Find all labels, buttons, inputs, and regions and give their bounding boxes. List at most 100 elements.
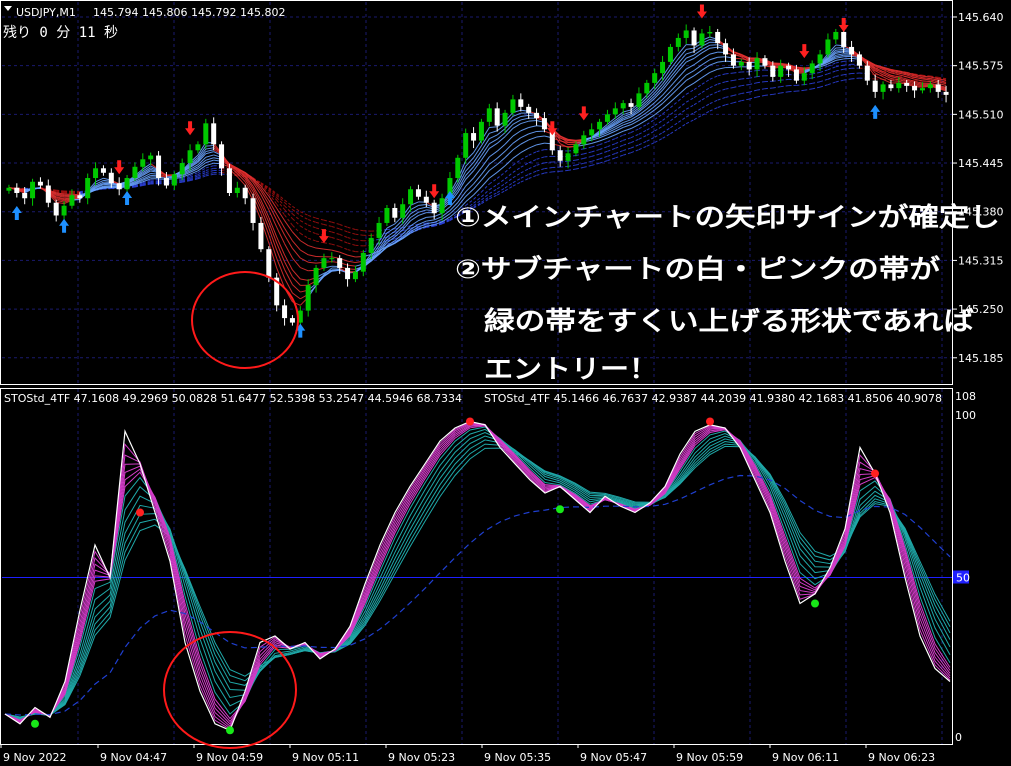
ribbon-line bbox=[819, 69, 829, 73]
ribbon-line bbox=[339, 223, 348, 228]
ribbon-line bbox=[560, 169, 569, 172]
signal-dot-red bbox=[871, 469, 879, 478]
candle-bull bbox=[132, 166, 138, 179]
candle-bull bbox=[455, 157, 461, 179]
ribbon-line bbox=[205, 154, 214, 158]
ribbon-line bbox=[662, 127, 671, 134]
ribbon-line bbox=[670, 94, 679, 103]
ribbon-line bbox=[331, 231, 340, 235]
ribbon-line bbox=[308, 254, 317, 258]
candle-bull bbox=[408, 189, 414, 205]
ribbon-line bbox=[693, 92, 703, 99]
trading-chart[interactable]: 145.640145.575145.510145.445145.380145.3… bbox=[0, 0, 1011, 766]
ribbon-line bbox=[725, 79, 734, 83]
ribbon-line bbox=[536, 168, 545, 172]
ribbon-line bbox=[528, 136, 537, 141]
ribbon-line bbox=[347, 264, 356, 267]
ribbon-line bbox=[276, 226, 286, 244]
ribbon-line bbox=[512, 130, 522, 137]
price-axis: 145.640145.575145.510145.445145.380145.3… bbox=[953, 11, 1004, 744]
chevron-down-icon[interactable] bbox=[4, 6, 12, 11]
arrow-up-icon bbox=[59, 218, 70, 233]
ribbon-line bbox=[741, 77, 750, 80]
signal-dot-red bbox=[136, 508, 144, 517]
ribbon-line bbox=[638, 129, 648, 135]
candle-bear bbox=[534, 112, 540, 119]
stochastic-subchart bbox=[2, 417, 953, 735]
ribbon-line bbox=[685, 97, 695, 103]
ribbon-line bbox=[583, 151, 592, 155]
ribbon-line bbox=[465, 162, 474, 172]
ribbon-line bbox=[205, 170, 214, 173]
candle-bear bbox=[282, 305, 288, 319]
ribbon-line bbox=[512, 152, 522, 159]
candle-bull bbox=[738, 61, 744, 66]
ribbon-line bbox=[528, 170, 537, 175]
candle-bull bbox=[675, 37, 681, 47]
ribbon-line bbox=[544, 155, 553, 158]
ribbon-line bbox=[308, 219, 317, 223]
ribbon-line bbox=[654, 113, 663, 120]
ribbon-line bbox=[701, 53, 711, 60]
ribbon-line bbox=[347, 231, 356, 235]
ribbon-line bbox=[323, 219, 332, 223]
candle-bull bbox=[187, 150, 193, 164]
ribbon-line bbox=[489, 130, 498, 134]
arrow-down-icon bbox=[429, 184, 440, 199]
ribbon-line bbox=[615, 139, 624, 145]
ribbon-line bbox=[819, 84, 829, 88]
ribbon-line bbox=[717, 88, 726, 93]
ribbon-line bbox=[496, 143, 506, 152]
ribbon-line bbox=[575, 162, 584, 166]
price-tick-label: 145.315 bbox=[958, 254, 1004, 267]
ribbon-line bbox=[678, 101, 687, 109]
ribbon-line bbox=[331, 243, 340, 247]
stoch-band-green bbox=[4, 435, 951, 719]
ribbon-line bbox=[489, 178, 498, 185]
ribbon-line bbox=[638, 111, 648, 119]
candle-bear bbox=[746, 61, 752, 70]
ribbon-line bbox=[654, 137, 663, 143]
candle-bear bbox=[431, 202, 437, 214]
stoch-band-green bbox=[4, 431, 951, 719]
ribbon-line bbox=[512, 123, 522, 129]
ribbon-line bbox=[678, 123, 687, 130]
arrow-up-icon bbox=[11, 206, 22, 220]
ribbon-line bbox=[686, 47, 695, 50]
ribbon-line bbox=[292, 257, 301, 268]
ribbon-line bbox=[725, 72, 734, 75]
ribbon-line bbox=[796, 84, 805, 86]
ribbon-line bbox=[426, 219, 435, 222]
ribbon-line bbox=[685, 75, 695, 81]
ribbon-line bbox=[591, 149, 600, 153]
candle-bull bbox=[171, 174, 177, 186]
ribbon-line bbox=[528, 130, 537, 135]
ribbon-line bbox=[709, 75, 718, 80]
candle-bull bbox=[778, 65, 784, 77]
ribbon-line bbox=[504, 127, 514, 137]
ribbon-line bbox=[615, 154, 624, 159]
ribbon-line bbox=[757, 75, 765, 78]
ribbon-line bbox=[331, 226, 340, 230]
ribbon-line bbox=[205, 157, 214, 161]
ribbon-line bbox=[630, 144, 640, 149]
ribbon-line bbox=[552, 170, 561, 173]
candle-bear bbox=[415, 189, 421, 197]
candle-bull bbox=[463, 133, 469, 158]
ribbon-line bbox=[835, 60, 844, 64]
candle-bear bbox=[518, 99, 524, 107]
ribbon-line bbox=[623, 132, 632, 136]
ribbon-line bbox=[347, 237, 356, 241]
ribbon-line bbox=[701, 103, 711, 109]
ribbon-line bbox=[292, 224, 301, 234]
ribbon-line bbox=[630, 114, 640, 121]
candle-bear bbox=[219, 144, 225, 169]
ribbon-line bbox=[512, 137, 522, 144]
ohlc-values: 145.794 145.806 145.792 145.802 bbox=[93, 6, 285, 19]
ribbon-line bbox=[292, 284, 301, 293]
ribbon-line bbox=[693, 77, 703, 84]
time-tick-label: 9 Nov 05:47 bbox=[580, 751, 647, 764]
ribbon-line bbox=[512, 115, 522, 121]
ribbon-line bbox=[630, 124, 640, 129]
candle-bull bbox=[612, 108, 618, 115]
